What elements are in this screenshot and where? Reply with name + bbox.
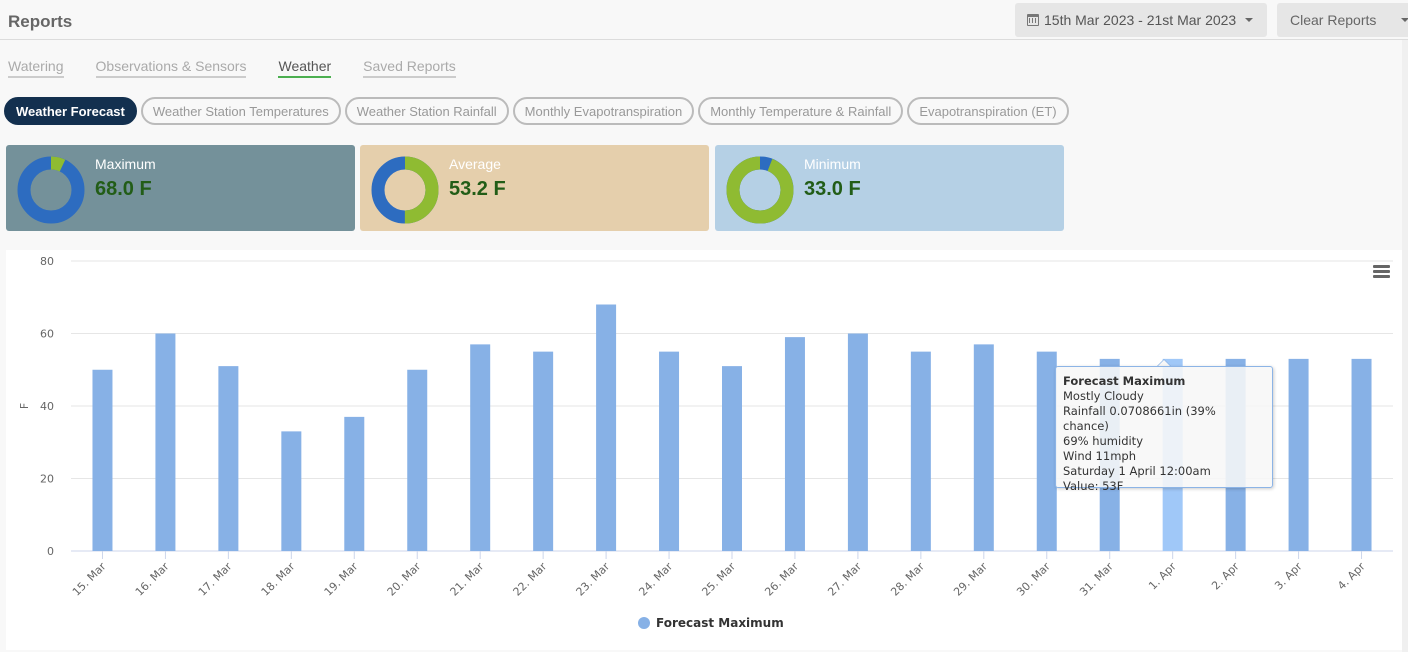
x-tick-label: 21. Mar <box>448 560 487 599</box>
stat-label: Minimum <box>804 156 861 172</box>
legend-marker-icon <box>638 617 650 629</box>
chart-tooltip: Forecast Maximum Mostly Cloudy Rainfall … <box>1055 366 1273 493</box>
subtab-weather-forecast[interactable]: Weather Forecast <box>4 97 137 125</box>
stat-card-maximum: Maximum 68.0 F <box>6 145 355 231</box>
tab-weather[interactable]: Weather <box>278 58 332 78</box>
donut-slice-green <box>726 156 794 224</box>
top-bar: Reports 15th Mar 2023 - 21st Mar 2023 Cl… <box>0 0 1408 40</box>
subtab-monthly-evapotranspiration[interactable]: Monthly Evapotranspiration <box>512 97 695 125</box>
x-tick-label: 17. Mar <box>196 560 235 599</box>
x-tick-label: 20. Mar <box>385 560 424 599</box>
bar[interactable] <box>847 333 868 552</box>
donut-chart-icon <box>726 156 794 224</box>
bar[interactable] <box>533 351 554 551</box>
x-tick-label: 30. Mar <box>1014 560 1053 599</box>
x-tick-label: 28. Mar <box>888 560 927 599</box>
x-tick-label: 19. Mar <box>322 560 361 599</box>
bar[interactable] <box>407 369 428 551</box>
tooltip-arrow <box>1157 359 1171 366</box>
tooltip-title: Forecast Maximum <box>1063 374 1186 388</box>
stat-label: Average <box>449 156 501 172</box>
tab-saved-reports[interactable]: Saved Reports <box>363 58 456 78</box>
x-tick-label: 26. Mar <box>762 560 801 599</box>
bar[interactable] <box>722 366 742 551</box>
subtab-weather-station-temperatures[interactable]: Weather Station Temperatures <box>140 97 341 125</box>
caret-down-icon <box>1245 18 1254 22</box>
x-tick-label: 2. Apr <box>1209 560 1242 593</box>
tab-watering[interactable]: Watering <box>8 58 64 78</box>
clear-reports-button[interactable]: Clear Reports <box>1277 3 1408 37</box>
bar[interactable] <box>910 351 931 551</box>
subtab-monthly-temperature-rainfall[interactable]: Monthly Temperature & Rainfall <box>698 97 904 125</box>
subtab-weather-station-rainfall[interactable]: Weather Station Rainfall <box>344 97 509 125</box>
caret-down-icon[interactable] <box>1401 18 1408 22</box>
bar[interactable] <box>659 351 680 551</box>
page-title: Reports <box>8 12 73 31</box>
x-tick-label: 4. Apr <box>1335 560 1368 593</box>
date-range-button[interactable]: 15th Mar 2023 - 21st Mar 2023 <box>1015 3 1267 37</box>
y-tick-label: 40 <box>40 400 54 413</box>
x-tick-label: 15. Mar <box>70 560 109 599</box>
x-tick-label: 23. Mar <box>574 560 613 599</box>
y-tick-label: 80 <box>40 255 54 268</box>
y-tick-label: 0 <box>47 545 54 558</box>
chart-menu-icon[interactable] <box>1373 265 1390 279</box>
bar[interactable] <box>1351 358 1372 551</box>
report-tabs: Watering Observations & Sensors Weather … <box>8 58 456 78</box>
tooltip-line: Wind 11mph <box>1063 449 1136 463</box>
tooltip-line: Value: 53F <box>1063 479 1124 493</box>
chart-legend-item[interactable]: Forecast Maximum <box>638 616 784 630</box>
bar[interactable] <box>1288 358 1309 551</box>
bar[interactable] <box>281 431 302 551</box>
bar[interactable] <box>973 344 994 551</box>
weather-subtabs: Weather Forecast Weather Station Tempera… <box>4 97 1069 125</box>
stat-card-average: Average 53.2 F <box>360 145 709 231</box>
donut-chart-icon <box>17 156 85 224</box>
clear-reports-label: Clear Reports <box>1290 12 1377 28</box>
bar[interactable] <box>784 337 805 551</box>
x-tick-label: 18. Mar <box>259 560 298 599</box>
x-tick-label: 22. Mar <box>511 560 550 599</box>
x-tick-label: 24. Mar <box>636 560 675 599</box>
tooltip-line: Saturday 1 April 12:00am <box>1063 464 1211 478</box>
x-tick-label: 1. Apr <box>1146 560 1179 593</box>
x-tick-label: 31. Mar <box>1077 560 1116 599</box>
stat-value: 68.0 F <box>95 178 152 200</box>
stat-value: 33.0 F <box>804 178 861 200</box>
x-tick-label: 27. Mar <box>825 560 864 599</box>
y-tick-label: 20 <box>40 473 54 486</box>
donut-slice-blue <box>17 156 85 224</box>
stat-card-minimum: Minimum 33.0 F <box>715 145 1064 231</box>
bar[interactable] <box>1036 351 1057 551</box>
bar[interactable] <box>344 416 365 551</box>
date-range-label: 15th Mar 2023 - 21st Mar 2023 <box>1044 12 1237 28</box>
subtab-evapotranspiration-et[interactable]: Evapotranspiration (ET) <box>907 97 1069 125</box>
tab-observations-sensors[interactable]: Observations & Sensors <box>95 58 247 78</box>
tooltip-line: Mostly Cloudy <box>1063 389 1144 403</box>
bar[interactable] <box>596 304 617 552</box>
tooltip-line: Rainfall 0.0708661in (39% chance) <box>1063 404 1216 433</box>
y-axis-title: F <box>18 403 31 409</box>
tooltip-line: 69% humidity <box>1063 434 1144 448</box>
bar[interactable] <box>92 369 113 551</box>
bar[interactable] <box>155 333 176 552</box>
x-tick-label: 25. Mar <box>699 560 738 599</box>
stat-value: 53.2 F <box>449 178 506 200</box>
y-tick-label: 60 <box>40 328 54 341</box>
x-tick-label: 29. Mar <box>951 560 990 599</box>
legend-label: Forecast Maximum <box>656 616 784 630</box>
stat-label: Maximum <box>95 156 156 172</box>
x-tick-label: 16. Mar <box>133 560 172 599</box>
bar[interactable] <box>218 366 239 551</box>
page-scrollbar[interactable] <box>1402 40 1408 652</box>
donut-chart-icon <box>371 156 439 224</box>
bar[interactable] <box>470 344 491 551</box>
x-tick-label: 3. Apr <box>1272 560 1305 593</box>
calendar-icon <box>1027 14 1039 26</box>
